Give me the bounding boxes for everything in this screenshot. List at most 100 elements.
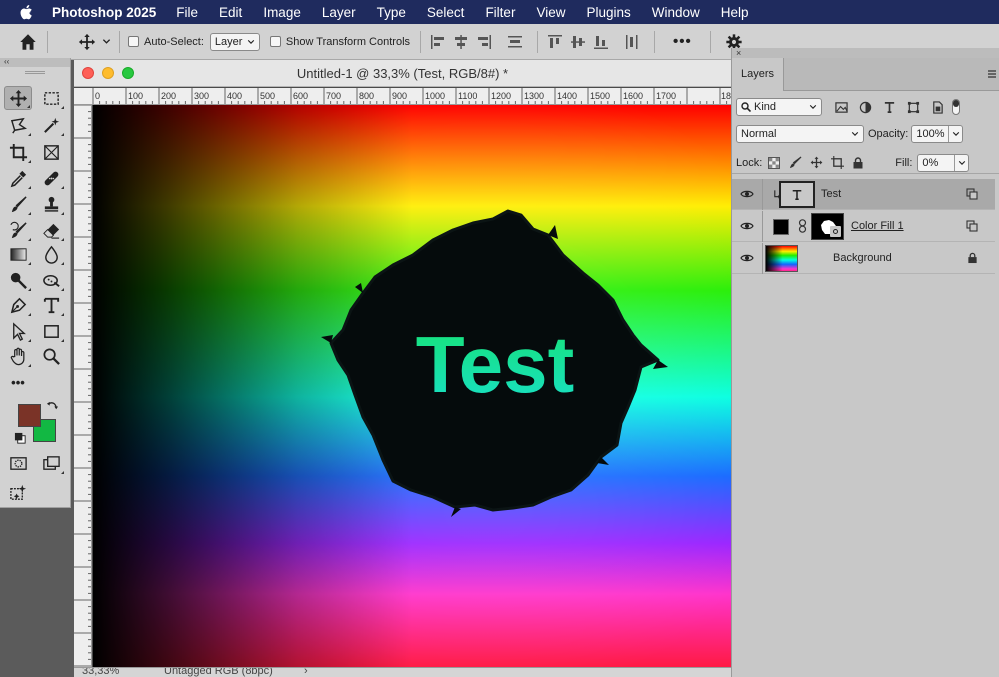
align-right-edges-icon[interactable]: [475, 33, 493, 51]
filter-kind-dropdown[interactable]: Kind: [736, 98, 822, 116]
filter-shape-layers-icon[interactable]: [907, 101, 920, 114]
menu-plugins[interactable]: Plugins: [586, 5, 630, 20]
menu-edit[interactable]: Edit: [219, 5, 242, 20]
eye-icon[interactable]: [740, 221, 754, 231]
dodge-tool-button[interactable]: [4, 268, 32, 292]
edit-toolbar-button[interactable]: •••: [4, 370, 32, 394]
layer-mask-thumbnail[interactable]: [811, 213, 844, 240]
align-vertical-centers-icon[interactable]: [569, 33, 587, 51]
zoom-window-button[interactable]: [122, 67, 134, 79]
layer-row-background[interactable]: Background: [732, 242, 995, 274]
eraser-tool-button[interactable]: [37, 218, 65, 242]
show-transform-controls-checkbox[interactable]: [269, 36, 281, 47]
eyedropper-tool-button[interactable]: [4, 166, 32, 190]
image-canvas[interactable]: Test: [93, 105, 731, 667]
eye-icon[interactable]: [740, 253, 754, 263]
tools-panel-collapse-button[interactable]: ‹‹: [0, 58, 70, 67]
minimize-window-button[interactable]: [102, 67, 114, 79]
filter-pixel-layers-icon[interactable]: [835, 101, 848, 114]
document-title-bar[interactable]: Untitled-1 @ 33,3% (Test, RGB/8#) *: [74, 60, 731, 87]
more-options-button[interactable]: •••: [673, 33, 692, 50]
lock-transparent-pixels-icon[interactable]: [768, 156, 781, 169]
frame-tool-button[interactable]: [37, 140, 65, 164]
status-menu-arrow[interactable]: ›: [304, 668, 308, 677]
auto-select-checkbox[interactable]: [128, 36, 139, 47]
document-title: Untitled-1 @ 33,3% (Test, RGB/8#) *: [296, 66, 509, 81]
menu-type[interactable]: Type: [377, 5, 406, 20]
history-brush-tool-button[interactable]: [4, 218, 32, 242]
pen-tool-button[interactable]: [4, 293, 32, 317]
zoom-tool-button[interactable]: [37, 344, 65, 368]
screen-mode-button[interactable]: [37, 451, 65, 475]
tool-preset-chevron-icon[interactable]: [102, 37, 111, 46]
panel-menu-icon[interactable]: [988, 70, 996, 78]
fill-slider-toggle[interactable]: [954, 154, 968, 171]
align-left-edges-icon[interactable]: [429, 33, 447, 51]
horizontal-ruler[interactable]: 0 100 200 300 400 500 600 700 800 900 10…: [74, 88, 731, 105]
type-tool-button[interactable]: [37, 293, 65, 317]
lock-position-icon[interactable]: [810, 156, 823, 169]
healing-brush-tool-button[interactable]: [37, 166, 65, 190]
distribute-horizontal-icon[interactable]: [623, 33, 641, 51]
filter-smart-objects-icon[interactable]: [931, 100, 944, 114]
fill-field[interactable]: 0%: [917, 153, 970, 172]
generative-fill-button[interactable]: [4, 480, 32, 504]
default-colors-icon[interactable]: [14, 432, 27, 445]
app-menu[interactable]: Photoshop 2025: [52, 5, 156, 20]
home-icon[interactable]: [17, 31, 39, 53]
zoom-level[interactable]: 33,33%: [82, 668, 119, 677]
auto-select-target-dropdown[interactable]: Layer: [209, 32, 260, 51]
close-icon[interactable]: ×: [736, 49, 741, 58]
tools-panel-grip[interactable]: [25, 71, 45, 74]
swap-colors-icon[interactable]: [46, 400, 59, 413]
align-bottom-edges-icon[interactable]: [592, 33, 610, 51]
menu-select[interactable]: Select: [427, 5, 465, 20]
foreground-color-swatch[interactable]: [18, 404, 41, 427]
menu-file[interactable]: File: [176, 5, 198, 20]
opacity-field[interactable]: 100%: [911, 125, 964, 143]
distribute-vertical-icon[interactable]: [506, 33, 524, 51]
menu-layer[interactable]: Layer: [322, 5, 356, 20]
lasso-tool-button[interactable]: [4, 113, 32, 137]
eye-icon[interactable]: [740, 189, 754, 199]
menu-window[interactable]: Window: [652, 5, 700, 20]
move-tool-button[interactable]: [4, 86, 32, 110]
crop-tool-button[interactable]: [4, 140, 32, 164]
path-selection-tool-button[interactable]: [4, 319, 32, 343]
quick-mask-button[interactable]: [4, 451, 32, 475]
close-window-button[interactable]: [82, 67, 94, 79]
blend-mode-dropdown[interactable]: Normal: [736, 125, 864, 143]
clone-stamp-tool-button[interactable]: [37, 192, 65, 216]
chain-link-icon[interactable]: [798, 219, 807, 233]
layer-row-test[interactable]: Test: [732, 178, 995, 210]
apple-menu-icon[interactable]: [18, 3, 36, 21]
align-top-edges-icon[interactable]: [546, 33, 564, 51]
hand-tool-button[interactable]: [4, 344, 32, 368]
layer-row-color-fill[interactable]: Color Fill 1: [732, 210, 995, 242]
opacity-slider-toggle[interactable]: [948, 126, 962, 142]
lock-image-pixels-icon[interactable]: [789, 156, 802, 169]
move-tool-icon[interactable]: [78, 33, 96, 51]
filter-adjustment-layers-icon[interactable]: [859, 101, 872, 114]
brush-tool-button[interactable]: [4, 192, 32, 216]
vertical-ruler[interactable]: [74, 105, 92, 668]
filter-type-layers-icon[interactable]: [883, 101, 896, 114]
sponge-tool-button[interactable]: [37, 268, 65, 292]
fill-color-thumbnail[interactable]: [773, 219, 789, 235]
filter-toggle-switch[interactable]: [952, 99, 960, 115]
tab-layers[interactable]: Layers: [732, 58, 784, 91]
menu-help[interactable]: Help: [721, 5, 749, 20]
object-selection-tool-button[interactable]: [37, 113, 65, 137]
menu-filter[interactable]: Filter: [485, 5, 515, 20]
rectangle-tool-button[interactable]: [37, 319, 65, 343]
lock-all-icon[interactable]: [852, 156, 864, 169]
menu-view[interactable]: View: [536, 5, 565, 20]
panel-dock-header[interactable]: ×: [732, 48, 999, 58]
lock-icon[interactable]: [967, 252, 978, 264]
align-horizontal-centers-icon[interactable]: [452, 33, 470, 51]
menu-image[interactable]: Image: [263, 5, 301, 20]
lock-artboard-icon[interactable]: [831, 156, 845, 169]
marquee-tool-button[interactable]: [37, 86, 65, 110]
blur-tool-button[interactable]: [37, 242, 65, 266]
gradient-tool-button[interactable]: [4, 242, 32, 266]
